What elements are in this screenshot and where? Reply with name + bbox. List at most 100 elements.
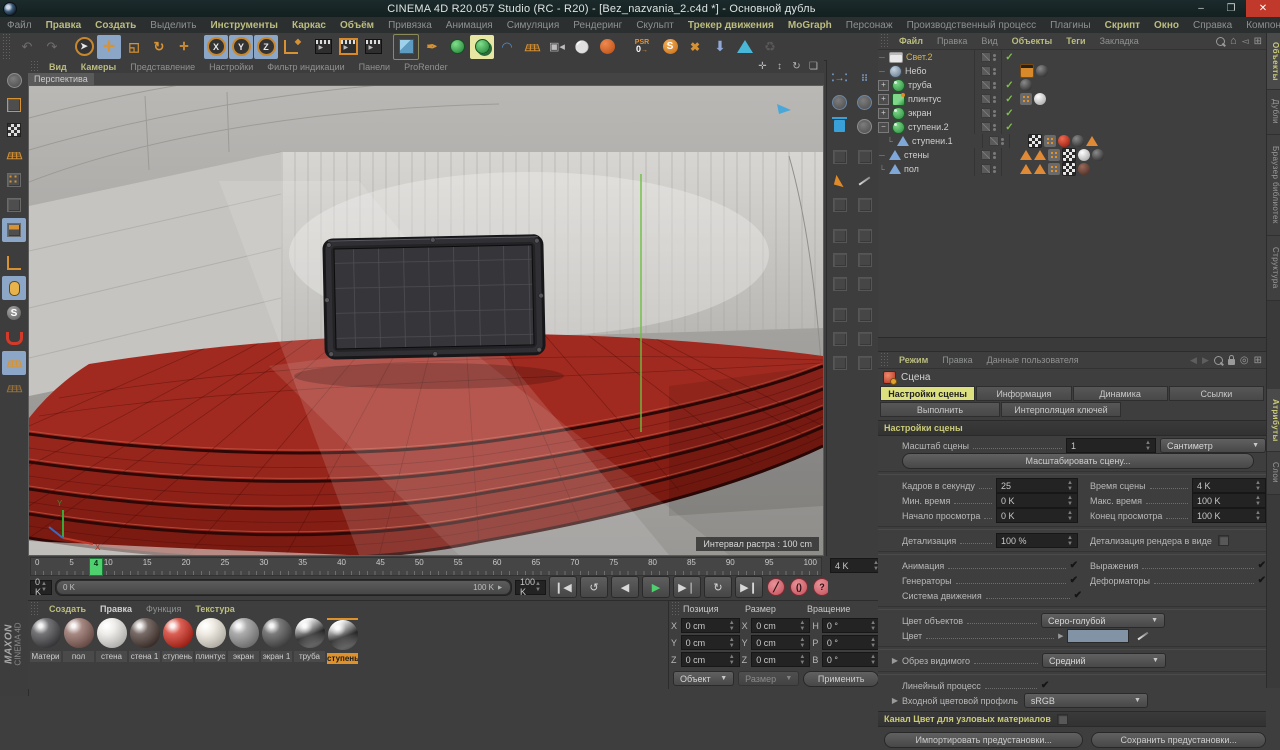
material-tile-selected[interactable]: ступень: [327, 618, 358, 664]
selection-tag[interactable]: [1020, 150, 1032, 160]
close-button[interactable]: ✕: [1246, 0, 1280, 17]
visibility-toggles[interactable]: [975, 50, 1002, 64]
next-frame-button[interactable]: ▶❘: [673, 576, 701, 598]
tab-objects[interactable]: Объекты: [1267, 33, 1280, 90]
expressions-checkbox[interactable]: ✔: [1258, 560, 1266, 571]
vp-menu-view[interactable]: Вид: [42, 62, 74, 72]
select-points-sphere-icon[interactable]: [827, 90, 852, 114]
render-view-button[interactable]: [311, 35, 335, 59]
vp-menu-panels[interactable]: Панели: [352, 62, 397, 72]
add-deformer-button[interactable]: [470, 35, 494, 59]
object-row-svet2[interactable]: ─Свет.2 ✓: [878, 50, 1266, 64]
enable-axis-icon[interactable]: [2, 251, 26, 275]
timeline-playhead[interactable]: 4: [89, 558, 103, 576]
sculpt-mode-icon[interactable]: [2, 68, 26, 92]
rot-b-input[interactable]: 0 °▲▼: [822, 652, 881, 667]
move-tool[interactable]: ✛: [97, 35, 121, 59]
workplane-mode-icon[interactable]: [2, 143, 26, 167]
psr-transfer-button[interactable]: PSR0→: [627, 35, 657, 59]
am-lock-icon[interactable]: [1228, 359, 1235, 365]
pan-view-icon[interactable]: ✛: [756, 61, 769, 72]
viewport-drag-handle[interactable]: [30, 60, 39, 73]
menu-mesh[interactable]: Каркас: [285, 20, 333, 31]
visibility-toggles[interactable]: [975, 78, 1002, 92]
delete-tool-icon[interactable]: [827, 114, 852, 138]
mat-menu-edit[interactable]: Правка: [93, 604, 139, 614]
timeline-ruler[interactable]: 0510152025303540455055606570758085909510…: [30, 557, 822, 576]
om-menu-objects[interactable]: Объекты: [1005, 36, 1060, 46]
texture-tag[interactable]: [1078, 163, 1090, 175]
live-selection-tool[interactable]: ➤: [72, 35, 96, 59]
coords-size-dropdown[interactable]: Размер▼: [738, 671, 799, 686]
texture-tag[interactable]: [1034, 93, 1046, 105]
goto-end-button[interactable]: ▶❙: [735, 576, 763, 598]
menu-simulate[interactable]: Симуляция: [500, 20, 567, 31]
add-camera-button[interactable]: ▣◂: [545, 35, 569, 59]
am-new-window-icon[interactable]: ⊞: [1254, 355, 1262, 366]
points-to-arrow-tool-icon[interactable]: ⁚→⁚: [827, 66, 852, 90]
mat-menu-create[interactable]: Создать: [42, 604, 93, 614]
om-add-bookmark-icon[interactable]: ⊞: [1254, 36, 1262, 47]
material-tile[interactable]: экран: [228, 618, 259, 664]
visibility-toggles[interactable]: [983, 134, 1010, 148]
texture-tag[interactable]: [1078, 149, 1090, 161]
uvw-tag[interactable]: [1062, 148, 1076, 162]
selection-tag[interactable]: [1086, 136, 1098, 146]
uvw-tag[interactable]: [1028, 134, 1042, 148]
tab-execute[interactable]: Выполнить: [880, 402, 1000, 417]
om-menu-view[interactable]: Вид: [974, 36, 1004, 46]
add-light-button[interactable]: ⚪: [570, 35, 594, 59]
snap-s-icon[interactable]: S: [2, 301, 26, 325]
preview-start-input[interactable]: 0 K▲▼: [996, 508, 1078, 523]
deformers-checkbox[interactable]: ✔: [1258, 575, 1266, 586]
menu-render[interactable]: Рендеринг: [566, 20, 629, 31]
material-tile[interactable]: стена: [96, 618, 127, 664]
preview-end-input[interactable]: 100 K▲▼: [1192, 508, 1266, 523]
texture-mode-icon[interactable]: [2, 118, 26, 142]
lod-input[interactable]: 100 %▲▼: [996, 533, 1078, 548]
object-row-ekran[interactable]: +экран ✓: [878, 106, 1266, 120]
object-row-truba[interactable]: +труба ✓: [878, 78, 1266, 92]
om-menu-bookmark[interactable]: Закладка: [1093, 36, 1146, 46]
toggle-views-icon[interactable]: ❏: [807, 61, 820, 72]
material-tile[interactable]: экран 1: [261, 618, 292, 664]
vp-menu-options[interactable]: Настройки: [202, 62, 260, 72]
coordinate-system-toggle[interactable]: ◆: [279, 35, 303, 59]
material-tile[interactable]: ступень: [162, 618, 193, 664]
vp-menu-cameras[interactable]: Камеры: [74, 62, 123, 72]
am-drag-handle[interactable]: [880, 352, 889, 368]
goto-start-button[interactable]: ❙◀: [549, 576, 577, 598]
visibility-toggles[interactable]: [975, 148, 1002, 162]
object-color-dropdown[interactable]: Серо-голубой▼: [1041, 613, 1165, 628]
tab-takes[interactable]: Дубли: [1267, 90, 1280, 135]
play-loop-button[interactable]: ↻: [704, 576, 732, 598]
scene-3d-view[interactable]: Y X Интервал растра : 100 cm: [28, 85, 824, 556]
menu-select[interactable]: Выделить: [143, 20, 203, 31]
texture-tag[interactable]: [1036, 65, 1048, 77]
pos-y-input[interactable]: 0 cm▲▼: [681, 635, 740, 650]
toolbar-drag-handle[interactable]: [2, 33, 11, 60]
selection-tag[interactable]: [1034, 150, 1046, 160]
menu-character[interactable]: Персонаж: [839, 20, 900, 31]
workplane-interactive-icon[interactable]: [2, 376, 26, 400]
add-floor-button[interactable]: [520, 35, 544, 59]
tab-scene-settings[interactable]: Настройки сцены: [880, 386, 975, 401]
visibility-toggles[interactable]: [975, 64, 1002, 78]
lock-z-axis[interactable]: Z: [254, 35, 278, 59]
undo-button[interactable]: ↶: [15, 35, 39, 59]
menu-snap[interactable]: Привязка: [381, 20, 439, 31]
menu-motion-tracker[interactable]: Трекер движения: [681, 20, 781, 31]
workplane-lock-icon[interactable]: [2, 351, 26, 375]
size-y-input[interactable]: 0 cm▲▼: [751, 635, 810, 650]
generators-checkbox[interactable]: ✔: [1070, 575, 1078, 586]
phong-tag[interactable]: [1044, 135, 1056, 147]
redo-button[interactable]: ↷: [40, 35, 64, 59]
lod-render-checkbox[interactable]: [1218, 535, 1229, 546]
am-menu-userdata[interactable]: Данные пользователя: [980, 355, 1086, 365]
menu-sculpt[interactable]: Скульпт: [629, 20, 681, 31]
am-history-icon[interactable]: ◎: [1240, 355, 1249, 366]
lock-x-axis[interactable]: X: [204, 35, 228, 59]
expand-icon[interactable]: +: [878, 94, 889, 105]
animation-checkbox[interactable]: ✔: [1070, 560, 1078, 571]
points-mode-icon[interactable]: [2, 168, 26, 192]
